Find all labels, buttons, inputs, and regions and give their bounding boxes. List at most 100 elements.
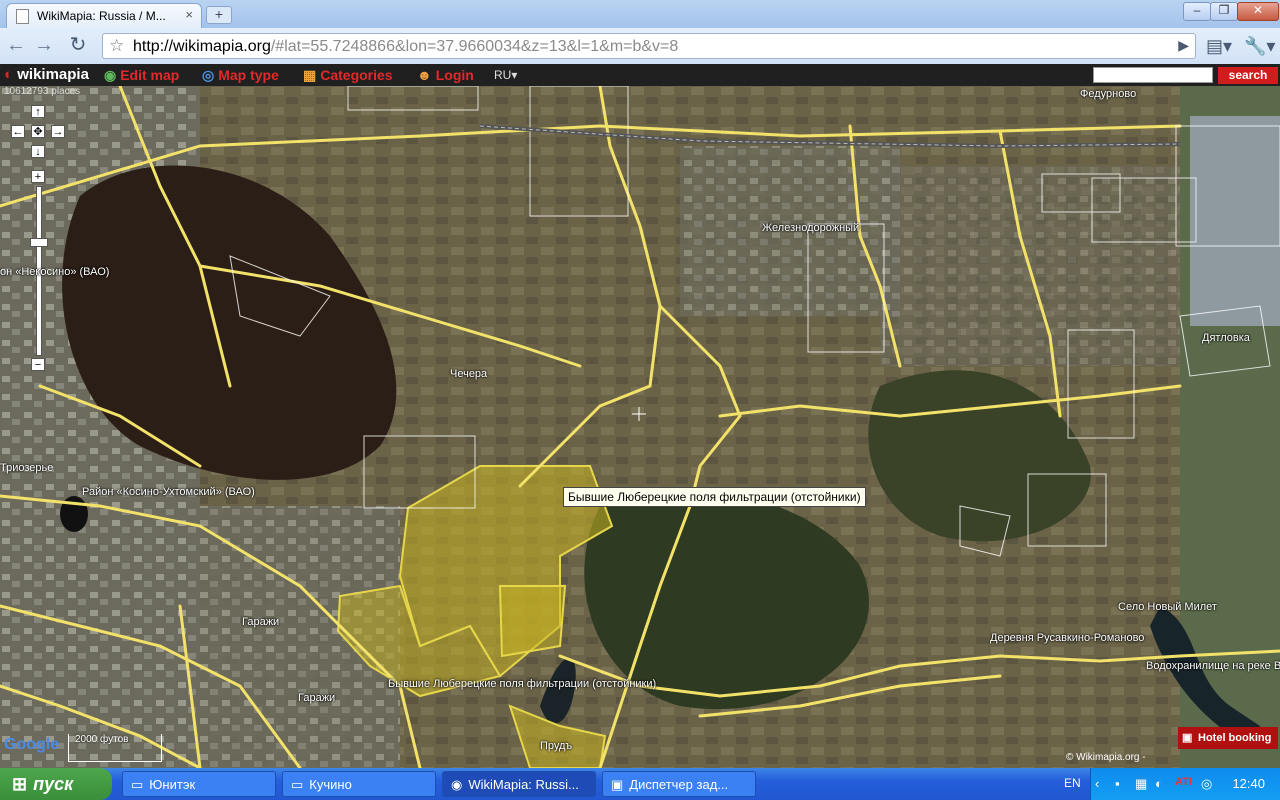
pan-left-icon[interactable]: ← [11,125,25,138]
start-button[interactable]: ⊞ пуск [0,768,112,800]
folder-icon: ▭ [291,777,304,792]
wikimapia-logo-text: wikimapia [17,66,89,83]
forward-arrow-icon[interactable]: → [32,34,56,58]
hotel-booking-label: Hotel booking [1198,732,1272,744]
maximize-button[interactable]: ❐ [1210,2,1238,21]
menu-edit-map[interactable]: ◉ Edit map [104,67,179,84]
windows-taskbar: ⊞ пуск ▭ Юнитэк ▭ Кучино ◉ WikiMapia: Russi.… [0,768,1280,800]
hotel-booking-button[interactable]: ▣ Hotel booking [1178,727,1278,749]
pan-up-icon[interactable]: ↑ [31,105,45,118]
url-host: http://wikimapia.org [133,38,271,55]
task-kuchino[interactable]: ▭ Кучино [282,771,436,797]
language-selector[interactable]: RU▾ [494,68,517,82]
map-label-reservoir: Водохранилище на реке Вы [1146,660,1280,672]
map-scale: 2000 футов [68,734,162,762]
task-label: WikiMapia: Russi... [468,777,579,792]
hotel-icon: ▣ [1182,732,1193,744]
map-label-dyatlovka: Дятловка [1202,332,1250,344]
map-label-kosino-ukhtomsky: Район «Косино-Ухтомский» (ВАО) [82,486,255,498]
map-label-novy-milet: Село Новый Милет [1118,601,1217,613]
browser-tab-strip: WikiMapia: Russia / M... × + – ❐ ✕ [0,0,1280,28]
menu-login-label: Login [435,67,474,83]
google-logo[interactable]: Google [4,736,59,754]
map-imagery [0,86,1280,768]
wrench-icon[interactable]: 🔧▾ [1244,36,1275,57]
menu-categories-label: Categories [320,67,393,83]
address-bar[interactable]: ☆ http://wikimapia.org/#lat=55.7248866&l… [102,33,1196,59]
browser-tab-wikimapia[interactable]: WikiMapia: Russia / M... × [6,3,202,28]
page-icon [16,9,29,24]
network-icon[interactable]: ▦ [1135,776,1147,792]
task-manager-icon: ▣ [611,777,624,792]
windows-flag-icon: ⊞ [12,774,28,794]
task-unitek[interactable]: ▭ Юнитэк [122,771,276,797]
map-label-rusavkino-romanovo: Деревня Русавкино-Романово [990,632,1145,644]
pan-down-icon[interactable]: ↓ [31,145,45,158]
task-label: Кучино [309,777,352,792]
page-menu-icon[interactable]: ▤▾ [1206,36,1232,57]
place-tooltip: Бывшие Люберецкие поля фильтрации (отсто… [563,487,866,507]
map-label-lyubertsy-fields: Бывшие Люберецкие поля фильтрации (отсто… [388,678,657,690]
task-task-manager[interactable]: ▣ Диспетчер зад... [602,771,756,797]
url-text[interactable]: http://wikimapia.org/#lat=55.7248866&lon… [133,38,678,56]
zoom-out-icon[interactable]: − [31,358,45,371]
map-label-triozerye: Триозерье [0,462,54,474]
system-tray: ‹ ▪ ▦ ◐ ATI ◎ 12:40 [1090,768,1280,800]
search-button[interactable]: search [1218,67,1278,84]
reload-icon[interactable]: ↻ [66,34,90,58]
menu-categories[interactable]: ▦ Categories [303,67,393,84]
zoom-in-icon[interactable]: + [31,170,45,183]
task-wikimapia[interactable]: ◉ WikiMapia: Russi... [442,771,596,797]
task-label: Юнитэк [149,777,196,792]
tab-title: WikiMapia: Russia / M... [37,9,166,23]
globe-icon: ◉ [104,67,117,83]
satellite-map[interactable]: 10612793 places ↑ ← ✥ → ↓ + − Федурново … [0,86,1280,768]
go-arrow-icon[interactable]: ▶ [1178,37,1189,54]
zoom-slider-handle[interactable] [30,238,48,247]
tray-app-icon[interactable]: ▪ [1115,776,1120,791]
task-label: Диспетчер зад... [629,777,729,792]
bookmark-star-icon[interactable]: ☆ [109,36,124,56]
browser-toolbar: ← → ↻ ☆ http://wikimapia.org/#lat=55.724… [0,28,1280,65]
categories-icon: ▦ [303,67,317,83]
menu-map-type[interactable]: ◎ Map type [202,67,279,84]
pan-right-icon[interactable]: → [51,125,65,138]
url-fragment: /#lat=55.7248866&lon=37.9660034&z=13&l=1… [270,38,679,55]
map-label-prudy: Прудъ [540,740,573,752]
chevron-down-icon: ▾ [511,68,518,82]
volume-icon[interactable]: ◐ [1155,776,1163,791]
scale-label: 2000 футов [75,734,129,745]
start-label: пуск [33,774,74,794]
back-arrow-icon[interactable]: ← [4,34,28,58]
minimize-button[interactable]: – [1183,2,1211,21]
menu-map-type-label: Map type [218,67,279,83]
user-icon: ☻ [417,67,432,83]
compass-icon: ◎ [202,67,215,83]
pan-center-icon[interactable]: ✥ [31,125,45,138]
clock[interactable]: 12:40 [1232,776,1265,791]
security-icon[interactable]: ◎ [1201,776,1212,792]
map-label-garages-2: Гаражи [298,692,336,704]
folder-icon: ▭ [131,777,144,792]
map-label-nekosino: он «Некосино» (ВАО) [0,266,110,278]
map-label-garages-1: Гаражи [242,616,280,628]
new-tab-button[interactable]: + [206,6,232,24]
places-counter: 10612793 places [4,86,81,97]
wikimapia-logo[interactable]: ◐ wikimapia [4,66,89,83]
tray-expand-icon[interactable]: ‹ [1095,776,1099,791]
menu-edit-map-label: Edit map [120,67,180,83]
chrome-icon: ◉ [451,777,463,792]
map-label-fedurnovo: Федурново [1080,88,1137,100]
copyright-text: © Wikimapia.org - [1066,752,1146,763]
tab-close-icon[interactable]: × [185,7,193,22]
close-window-button[interactable]: ✕ [1237,2,1279,21]
wikimapia-logo-icon: ◐ [4,66,14,83]
search-input[interactable] [1093,67,1213,83]
wikimapia-header: ◐ wikimapia ◉ Edit map ◎ Map type ▦ Categor… [0,64,1280,86]
ati-icon[interactable]: ATI [1175,776,1192,788]
map-label-zheleznodorozhny: Железнодорожный [762,222,860,234]
language-label: RU [494,68,512,82]
keyboard-language[interactable]: EN [1064,776,1081,790]
map-label-chechera: Чечера [450,368,488,380]
menu-login[interactable]: ☻ Login [417,67,474,83]
